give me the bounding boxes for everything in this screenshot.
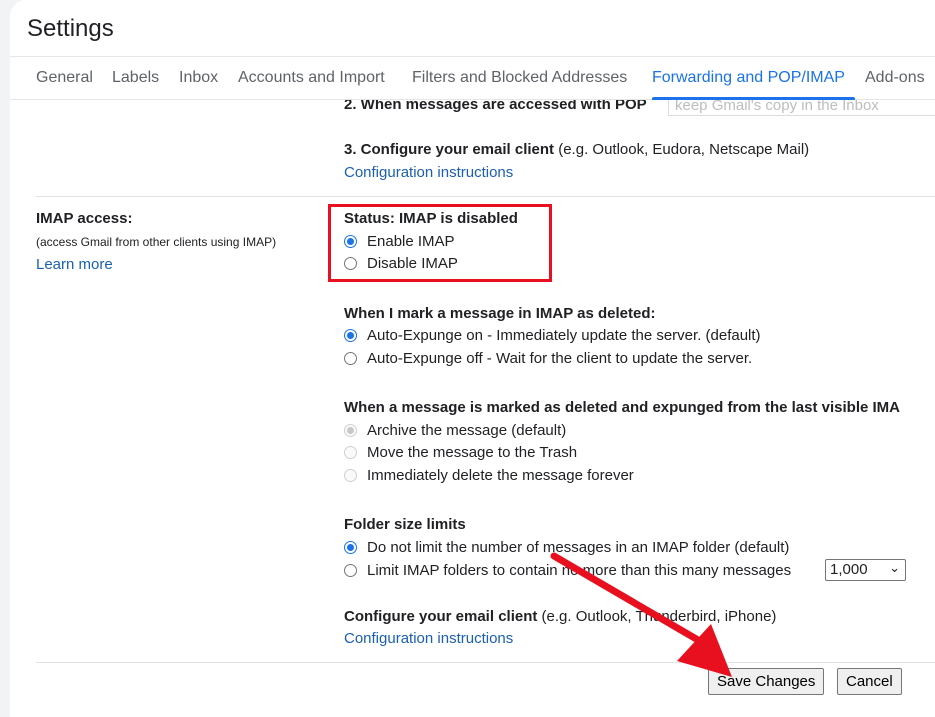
tab-inbox[interactable]: Inbox bbox=[179, 69, 218, 87]
pop-step3-label: 3. Configure your email client bbox=[344, 141, 555, 158]
section-divider bbox=[36, 196, 935, 197]
trash-radio bbox=[344, 446, 357, 459]
archive-radio bbox=[344, 424, 357, 437]
tab-add-ons[interactable]: Add-ons bbox=[865, 69, 925, 87]
archive-label: Archive the message (default) bbox=[367, 422, 567, 439]
auto-expunge-off-label: Auto-Expunge off - Wait for the client t… bbox=[367, 350, 753, 367]
pop-step3-hint: (e.g. Outlook, Eudora, Netscape Mail) bbox=[558, 141, 810, 158]
imap-access-label: IMAP access: bbox=[36, 210, 133, 227]
settings-tabs: General Labels Inbox Accounts and Import… bbox=[10, 56, 935, 100]
enable-imap-option[interactable]: Enable IMAP bbox=[344, 233, 455, 250]
delete-forever-option: Immediately delete the message forever bbox=[344, 467, 634, 484]
imap-deleted-heading: When I mark a message in IMAP as deleted… bbox=[344, 305, 656, 322]
enable-imap-label: Enable IMAP bbox=[367, 233, 455, 250]
auto-expunge-on-radio[interactable] bbox=[344, 329, 357, 342]
pop-step2-label: 2. When messages are accessed with POP bbox=[344, 100, 647, 113]
cancel-button[interactable]: Cancel bbox=[837, 668, 902, 695]
disable-imap-option[interactable]: Disable IMAP bbox=[344, 255, 458, 272]
delete-forever-label: Immediately delete the message forever bbox=[367, 467, 634, 484]
trash-option: Move the message to the Trash bbox=[344, 444, 577, 461]
limit-radio[interactable] bbox=[344, 564, 357, 577]
auto-expunge-on-label: Auto-Expunge on - Immediately update the… bbox=[367, 327, 761, 344]
folder-limit-select[interactable]: 1,000 ⌄ bbox=[825, 559, 906, 581]
enable-imap-radio[interactable] bbox=[344, 235, 357, 248]
imap-access-hint: (access Gmail from other clients using I… bbox=[36, 235, 277, 249]
save-changes-button[interactable]: Save Changes bbox=[708, 668, 825, 695]
folder-limit-value: 1,000 bbox=[830, 561, 868, 578]
no-limit-option[interactable]: Do not limit the number of messages in a… bbox=[344, 539, 789, 556]
auto-expunge-off-option[interactable]: Auto-Expunge off - Wait for the client t… bbox=[344, 350, 752, 367]
auto-expunge-off-radio[interactable] bbox=[344, 352, 357, 365]
imap-expunged-heading: When a message is marked as deleted and … bbox=[344, 399, 901, 416]
disable-imap-label: Disable IMAP bbox=[367, 255, 458, 272]
settings-panel: Settings General Labels Inbox Accounts a… bbox=[10, 0, 935, 717]
folder-size-heading: Folder size limits bbox=[344, 516, 466, 533]
imap-client-config: Configure your email client (e.g. Outloo… bbox=[344, 608, 776, 625]
tab-forwarding-and-pop-imap[interactable]: Forwarding and POP/IMAP bbox=[652, 69, 845, 87]
footer-divider bbox=[36, 662, 935, 663]
delete-forever-radio bbox=[344, 469, 357, 482]
no-limit-label: Do not limit the number of messages in a… bbox=[367, 539, 790, 556]
page-title: Settings bbox=[27, 15, 114, 42]
tab-general[interactable]: General bbox=[36, 69, 93, 87]
archive-option: Archive the message (default) bbox=[344, 422, 566, 439]
limit-option[interactable]: Limit IMAP folders to contain no more th… bbox=[344, 562, 791, 579]
pop-configuration-instructions-link[interactable]: Configuration instructions bbox=[344, 164, 513, 181]
tab-accounts-and-import[interactable]: Accounts and Import bbox=[238, 69, 385, 87]
tab-filters-and-blocked-addresses[interactable]: Filters and Blocked Addresses bbox=[412, 69, 627, 87]
imap-status: Status: IMAP is disabled bbox=[344, 210, 518, 227]
tab-labels[interactable]: Labels bbox=[112, 69, 159, 87]
trash-label: Move the message to the Trash bbox=[367, 444, 578, 461]
imap-configuration-instructions-link[interactable]: Configuration instructions bbox=[344, 630, 513, 647]
no-limit-radio[interactable] bbox=[344, 541, 357, 554]
learn-more-link[interactable]: Learn more bbox=[36, 256, 113, 273]
disable-imap-radio[interactable] bbox=[344, 257, 357, 270]
chevron-down-icon: ⌄ bbox=[889, 560, 900, 575]
auto-expunge-on-option[interactable]: Auto-Expunge on - Immediately update the… bbox=[344, 327, 761, 344]
imap-client-label: Configure your email client bbox=[344, 608, 538, 625]
imap-client-hint: (e.g. Outlook, Thunderbird, iPhone) bbox=[541, 608, 777, 625]
pop-step3: 3. Configure your email client (e.g. Out… bbox=[344, 141, 809, 158]
limit-label: Limit IMAP folders to contain no more th… bbox=[367, 562, 792, 579]
settings-content[interactable]: 2. When messages are accessed with POP k… bbox=[10, 100, 935, 717]
pop-action-select[interactable]: keep Gmail's copy in the Inbox bbox=[668, 100, 935, 116]
